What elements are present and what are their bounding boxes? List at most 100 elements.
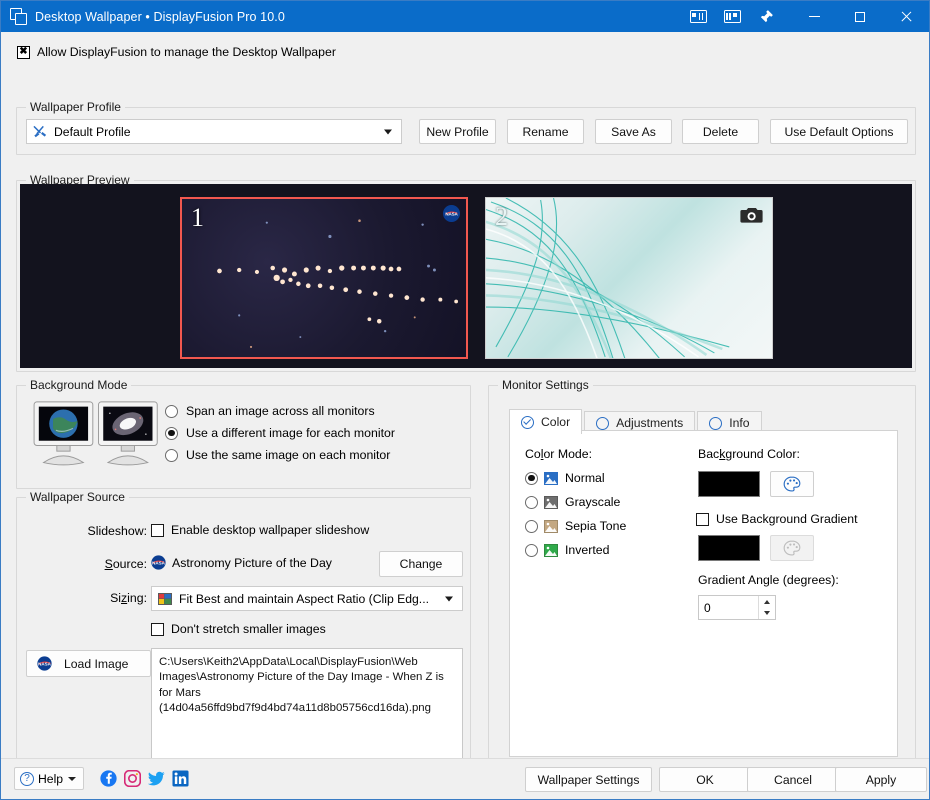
use-background-gradient-row[interactable]: Use Background Gradient bbox=[696, 512, 858, 526]
spinner-down-icon[interactable] bbox=[759, 608, 775, 620]
tab-color-label: Color bbox=[541, 415, 570, 429]
monitor-split-icon[interactable] bbox=[715, 1, 749, 32]
spinner-up-icon[interactable] bbox=[759, 596, 775, 608]
facebook-icon[interactable] bbox=[100, 770, 117, 787]
chevron-down-icon bbox=[384, 129, 392, 134]
ok-button[interactable]: OK bbox=[659, 767, 751, 792]
image-icon-sepia bbox=[544, 520, 558, 533]
wallpaper-source-title: Wallpaper Source bbox=[26, 490, 129, 504]
tab-info-label: Info bbox=[729, 416, 749, 430]
color-mode-label: Color Mode: bbox=[525, 447, 592, 461]
rename-button[interactable]: Rename bbox=[507, 119, 584, 144]
save-as-button[interactable]: Save As bbox=[595, 119, 672, 144]
background-mode-label-span: Span an image across all monitors bbox=[186, 404, 375, 418]
radio-same[interactable] bbox=[165, 449, 178, 462]
color-mode-normal[interactable]: Normal bbox=[525, 471, 626, 485]
allow-manage-row[interactable]: ✖ Allow DisplayFusion to manage the Desk… bbox=[17, 45, 336, 59]
new-profile-button[interactable]: New Profile bbox=[419, 119, 496, 144]
image-icon-inverted bbox=[544, 544, 558, 557]
wallpaper-settings-button[interactable]: Wallpaper Settings bbox=[525, 767, 652, 792]
source-value: Astronomy Picture of the Day bbox=[172, 556, 332, 570]
dialog-body: ✖ Allow DisplayFusion to manage the Desk… bbox=[1, 32, 929, 799]
image-icon-grayscale bbox=[544, 496, 558, 509]
chevron-down-icon bbox=[445, 596, 453, 601]
minimize-button[interactable] bbox=[791, 1, 837, 32]
gradient-color-swatch[interactable] bbox=[698, 535, 760, 561]
background-mode-option-span[interactable]: Span an image across all monitors bbox=[165, 404, 395, 418]
titlebar-custom-buttons bbox=[681, 1, 783, 32]
monitor-2-number: 2 bbox=[495, 202, 508, 232]
check-circle-icon bbox=[521, 416, 534, 429]
cancel-button[interactable]: Cancel bbox=[747, 767, 839, 792]
dont-stretch-row[interactable]: Don't stretch smaller images bbox=[151, 622, 326, 636]
circle-icon bbox=[596, 417, 609, 430]
radio-normal[interactable] bbox=[525, 472, 538, 485]
image-path-field[interactable]: C:\Users\Keith2\AppData\Local\DisplayFus… bbox=[151, 648, 463, 766]
social-links bbox=[100, 770, 196, 787]
image-icon-normal bbox=[544, 472, 558, 485]
color-mode-sepia[interactable]: Sepia Tone bbox=[525, 519, 626, 533]
color-mode-grayscale[interactable]: Grayscale bbox=[525, 495, 626, 509]
displayfusion-icon bbox=[10, 8, 27, 25]
allow-manage-checkbox[interactable]: ✖ bbox=[17, 46, 30, 59]
close-button[interactable] bbox=[883, 1, 929, 32]
profile-combobox[interactable]: Default Profile bbox=[26, 119, 402, 144]
background-mode-label-different: Use a different image for each monitor bbox=[186, 426, 395, 440]
apply-button[interactable]: Apply bbox=[835, 767, 927, 792]
use-default-options-button[interactable]: Use Default Options bbox=[770, 119, 908, 144]
load-image-label: Load Image bbox=[64, 657, 128, 671]
radio-span[interactable] bbox=[165, 405, 178, 418]
help-label: Help bbox=[38, 772, 63, 786]
slideshow-checkbox-row[interactable]: Enable desktop wallpaper slideshow bbox=[151, 523, 369, 537]
sizing-combobox[interactable]: Fit Best and maintain Aspect Ratio (Clip… bbox=[151, 586, 463, 611]
background-color-palette-button[interactable] bbox=[770, 471, 814, 497]
twitter-icon[interactable] bbox=[148, 770, 165, 787]
use-background-gradient-checkbox[interactable] bbox=[696, 513, 709, 526]
change-source-button[interactable]: Change bbox=[379, 551, 463, 577]
color-mode-grayscale-label: Grayscale bbox=[565, 495, 620, 509]
radio-sepia[interactable] bbox=[525, 520, 538, 533]
background-mode-group: Background Mode bbox=[16, 385, 471, 489]
preview-canvas: 1 NASA bbox=[20, 184, 912, 368]
profile-selected-value: Default Profile bbox=[54, 125, 131, 139]
source-label: Source: bbox=[17, 557, 147, 571]
background-mode-label-same: Use the same image on each monitor bbox=[186, 448, 390, 462]
slideshow-checkbox-label: Enable desktop wallpaper slideshow bbox=[171, 523, 369, 537]
spinner-buttons[interactable] bbox=[758, 596, 775, 619]
palette-icon bbox=[783, 540, 801, 556]
chevron-down-icon bbox=[68, 777, 76, 781]
load-image-button[interactable]: NASA Load Image bbox=[26, 650, 151, 677]
gradient-angle-spinner[interactable]: 0 bbox=[698, 595, 776, 620]
maximize-button[interactable] bbox=[837, 1, 883, 32]
monitor-1-number: 1 bbox=[191, 203, 204, 233]
monitor-settings-title: Monitor Settings bbox=[498, 378, 593, 392]
background-color-label: Background Color: bbox=[698, 447, 800, 461]
nasa-logo-icon: NASA bbox=[443, 205, 460, 222]
nasa-logo-icon: NASA bbox=[37, 656, 52, 671]
radio-inverted[interactable] bbox=[525, 544, 538, 557]
background-mode-option-different[interactable]: Use a different image for each monitor bbox=[165, 426, 395, 440]
pin-icon[interactable] bbox=[749, 1, 783, 32]
monitor-preview-1[interactable]: 1 NASA bbox=[180, 197, 468, 359]
delete-button[interactable]: Delete bbox=[682, 119, 759, 144]
svg-text:NASA: NASA bbox=[38, 661, 52, 666]
footer-bar: ? Help bbox=[1, 758, 929, 799]
color-mode-inverted[interactable]: Inverted bbox=[525, 543, 626, 557]
monitor-preview-2[interactable]: 2 bbox=[485, 197, 773, 359]
background-color-swatch[interactable] bbox=[698, 471, 760, 497]
radio-grayscale[interactable] bbox=[525, 496, 538, 509]
instagram-icon[interactable] bbox=[124, 770, 141, 787]
slideshow-checkbox[interactable] bbox=[151, 524, 164, 537]
background-mode-option-same[interactable]: Use the same image on each monitor bbox=[165, 448, 395, 462]
radio-different[interactable] bbox=[165, 427, 178, 440]
wallpaper-preview-group: Wallpaper Preview bbox=[16, 180, 916, 372]
allow-manage-label: Allow DisplayFusion to manage the Deskto… bbox=[37, 45, 336, 59]
monitor-config-icon[interactable] bbox=[681, 1, 715, 32]
color-mode-normal-label: Normal bbox=[565, 471, 605, 485]
help-button[interactable]: ? Help bbox=[14, 767, 84, 790]
linkedin-icon[interactable] bbox=[172, 770, 189, 787]
dont-stretch-checkbox[interactable] bbox=[151, 623, 164, 636]
use-background-gradient-label: Use Background Gradient bbox=[716, 512, 858, 526]
question-icon: ? bbox=[20, 772, 34, 786]
tab-color[interactable]: Color bbox=[509, 409, 582, 434]
